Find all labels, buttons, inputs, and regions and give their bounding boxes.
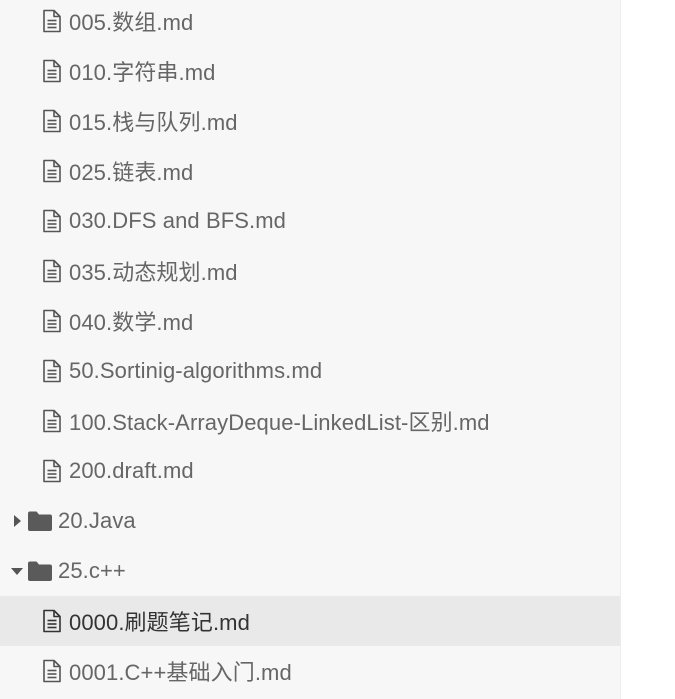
document-icon — [40, 608, 64, 634]
file-label: 100.Stack-ArrayDeque-LinkedList-区别.md — [69, 410, 490, 435]
file-label: 50.Sortinig-algorithms.md — [69, 358, 323, 383]
file-item[interactable]: 010.字符串.md — [0, 46, 620, 96]
file-label: 005.数组.md — [69, 10, 194, 35]
document-icon — [40, 58, 64, 84]
file-label: 0001.C++基础入门.md — [69, 660, 292, 685]
document-icon — [40, 408, 64, 434]
file-tree: 005.数组.md 010.字符串.md 015.栈与队列.md 025.链表.… — [0, 0, 620, 696]
file-label: 200.draft.md — [69, 458, 194, 483]
document-icon — [40, 258, 64, 284]
file-label: 030.DFS and BFS.md — [69, 208, 287, 233]
document-icon — [40, 358, 64, 384]
file-item[interactable]: 50.Sortinig-algorithms.md — [0, 346, 620, 396]
file-label: 010.字符串.md — [69, 60, 216, 85]
document-icon — [40, 458, 64, 484]
document-icon — [40, 158, 64, 184]
file-label: 040.数学.md — [69, 310, 194, 335]
file-label: 015.栈与队列.md — [69, 110, 238, 135]
file-item-active[interactable]: 0000.刷题笔记.md — [0, 596, 620, 646]
document-icon — [40, 108, 64, 134]
folder-label: 20.Java — [58, 508, 136, 533]
document-icon — [40, 8, 64, 34]
file-item[interactable]: 025.链表.md — [0, 146, 620, 196]
folder-label: 25.c++ — [58, 558, 126, 583]
folder-item[interactable]: 20.Java — [0, 496, 620, 546]
chevron-right-icon[interactable] — [8, 512, 26, 530]
file-item[interactable]: 015.栈与队列.md — [0, 96, 620, 146]
folder-icon — [27, 510, 53, 532]
file-item[interactable]: 035.动态规划.md — [0, 246, 620, 296]
document-icon — [40, 308, 64, 334]
editor-area — [622, 0, 675, 699]
file-item[interactable]: 040.数学.md — [0, 296, 620, 346]
file-item[interactable]: 200.draft.md — [0, 446, 620, 496]
file-item[interactable]: 0001.C++基础入门.md — [0, 646, 620, 696]
document-icon — [40, 658, 64, 684]
file-label: 0000.刷题笔记.md — [69, 610, 250, 635]
file-item[interactable]: 100.Stack-ArrayDeque-LinkedList-区别.md — [0, 396, 620, 446]
folder-item[interactable]: 25.c++ — [0, 546, 620, 596]
document-icon — [40, 208, 64, 234]
chevron-down-icon[interactable] — [8, 562, 26, 580]
file-item[interactable]: 030.DFS and BFS.md — [0, 196, 620, 246]
file-label: 025.链表.md — [69, 160, 194, 185]
folder-icon — [27, 560, 53, 582]
file-tree-sidebar: 005.数组.md 010.字符串.md 015.栈与队列.md 025.链表.… — [0, 0, 621, 699]
file-label: 035.动态规划.md — [69, 260, 238, 285]
file-item[interactable]: 005.数组.md — [0, 0, 620, 46]
